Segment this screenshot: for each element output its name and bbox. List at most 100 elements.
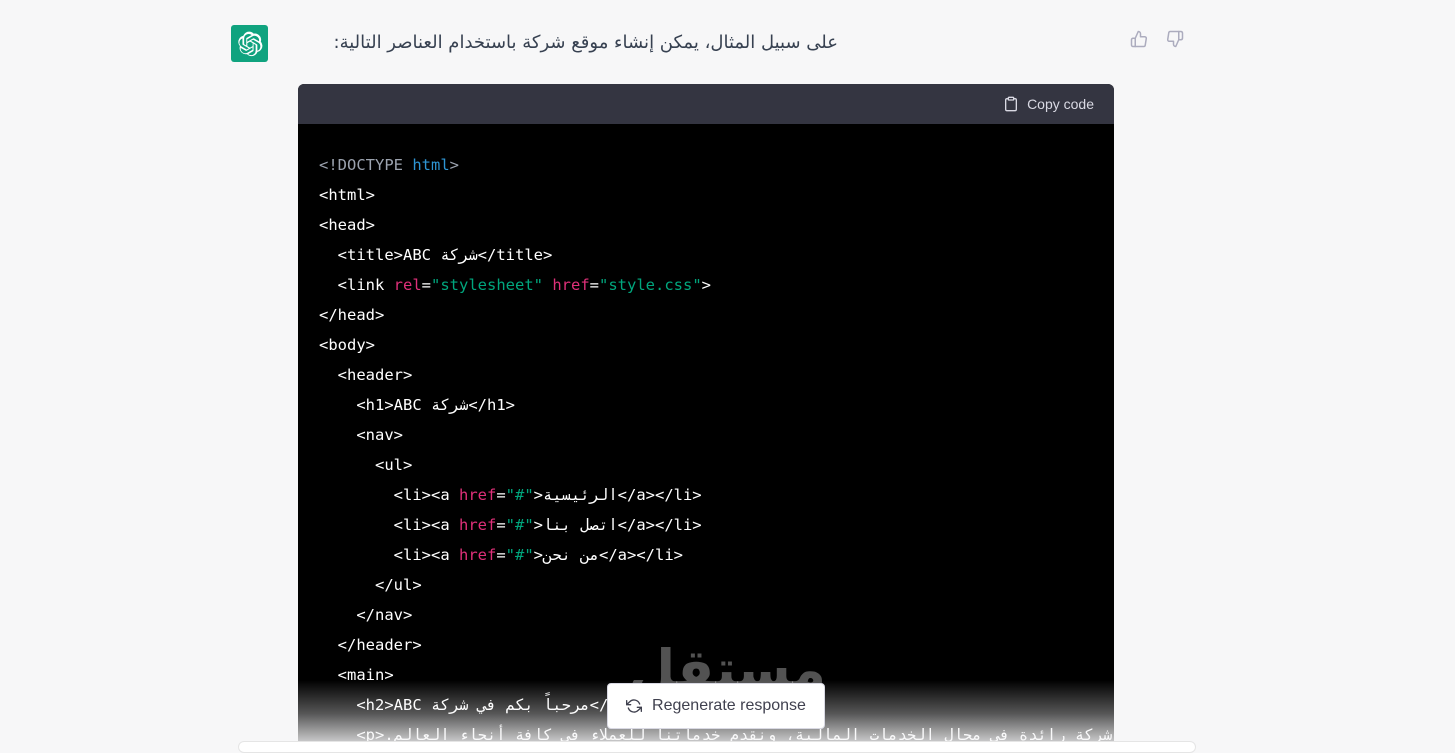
code-token: <li><a — [393, 516, 459, 534]
code-token: "style.css" — [599, 276, 702, 294]
code-token: <main> — [337, 666, 394, 684]
code-token: مرحباً بكم في شركة ABC — [393, 696, 590, 714]
code-token: <li><a — [393, 486, 459, 504]
code-block-header: Copy code — [298, 84, 1114, 124]
code-token: href — [458, 516, 497, 534]
code-token: </a></li> — [617, 516, 702, 534]
code-token: > — [701, 276, 712, 294]
code-line: <body> — [319, 330, 1094, 360]
code-content: <!DOCTYPE html> <html> <head> <title>شركة … — [298, 124, 1114, 747]
code-token: </header> — [337, 636, 422, 654]
code-token: "#" — [505, 546, 534, 564]
code-token: = — [589, 276, 600, 294]
regenerate-response-button[interactable]: Regenerate response — [607, 683, 825, 729]
code-line: <html> — [319, 180, 1094, 210]
code-line: <ul> — [319, 450, 1094, 480]
code-token: <ul> — [375, 456, 413, 474]
thumbs-down-icon — [1166, 30, 1184, 48]
chat-input-box[interactable] — [238, 741, 1196, 753]
code-token: اتصل بنا — [543, 516, 618, 534]
code-token: <html> — [319, 186, 375, 204]
code-token: </head> — [319, 306, 385, 324]
code-token: > — [533, 546, 543, 564]
code-token: <link — [337, 276, 394, 294]
code-token: </a></li> — [617, 486, 702, 504]
code-line: <title>شركة ABC</title> — [319, 240, 1094, 270]
code-line: <li><a href="#">من نحن</a></li> — [319, 540, 1094, 570]
thumbs-down-button[interactable] — [1164, 28, 1186, 50]
thumbs-up-icon — [1130, 30, 1148, 48]
code-token: </h1> — [468, 396, 515, 414]
code-line: <li><a href="#">الرئيسية</a></li> — [319, 480, 1094, 510]
code-token: </ul> — [375, 576, 422, 594]
code-token: "#" — [505, 486, 534, 504]
regenerate-label: Regenerate response — [652, 697, 806, 714]
code-token: </a></li> — [599, 546, 683, 564]
code-token: href — [458, 546, 497, 564]
code-line: <li><a href="#">اتصل بنا</a></li> — [319, 510, 1094, 540]
code-token: = — [496, 486, 506, 504]
code-token: = — [421, 276, 432, 294]
code-line: <h1>شركة ABC</h1> — [319, 390, 1094, 420]
code-token: </nav> — [356, 606, 413, 624]
code-token: "#" — [505, 516, 534, 534]
refresh-icon — [626, 699, 643, 713]
code-token: <!DOCTYPE — [319, 156, 413, 174]
code-token: شركة ABC — [393, 396, 469, 414]
code-token: > — [449, 156, 459, 174]
code-token: <h1> — [356, 396, 394, 414]
code-line: <nav> — [319, 420, 1094, 450]
code-token: الرئيسية — [543, 486, 618, 504]
code-token: <header> — [337, 366, 413, 384]
code-line: </nav> — [319, 600, 1094, 630]
openai-logo-icon — [237, 31, 262, 56]
code-token: <li><a — [393, 546, 459, 564]
code-token: href — [458, 486, 497, 504]
code-token: "stylesheet" — [431, 276, 543, 294]
code-line: <!DOCTYPE html> — [319, 150, 1094, 180]
code-token: <h2> — [356, 696, 394, 714]
code-token: من نحن — [543, 546, 599, 564]
thumbs-up-button[interactable] — [1128, 28, 1150, 50]
code-token: rel — [393, 276, 422, 294]
code-line: </header> — [319, 630, 1094, 660]
code-token: > — [533, 516, 543, 534]
code-token: <body> — [319, 336, 375, 354]
code-token: html — [412, 156, 450, 174]
code-token: شركة ABC — [403, 246, 478, 264]
code-token: <head> — [319, 216, 375, 234]
assistant-message-text: على سبيل المثال، يمكن إنشاء موقع شركة با… — [333, 32, 838, 53]
code-token: > — [533, 486, 543, 504]
code-line: <link rel="stylesheet" href="style.css"> — [319, 270, 1094, 300]
code-token: <nav> — [356, 426, 403, 444]
code-line: </head> — [319, 300, 1094, 330]
code-token: <title> — [337, 246, 403, 264]
copy-code-button[interactable]: Copy code — [1003, 95, 1094, 113]
code-line: </ul> — [319, 570, 1094, 600]
assistant-avatar — [231, 25, 268, 62]
copy-code-label: Copy code — [1027, 96, 1094, 112]
code-line: <head> — [319, 210, 1094, 240]
code-block: Copy code <!DOCTYPE html> <html> <head> <t… — [298, 84, 1114, 747]
feedback-buttons — [1128, 28, 1186, 50]
code-token: = — [496, 516, 506, 534]
code-line: <header> — [319, 360, 1094, 390]
code-token: href — [552, 276, 590, 294]
clipboard-icon — [1005, 96, 1018, 112]
code-token: </title> — [477, 246, 553, 264]
